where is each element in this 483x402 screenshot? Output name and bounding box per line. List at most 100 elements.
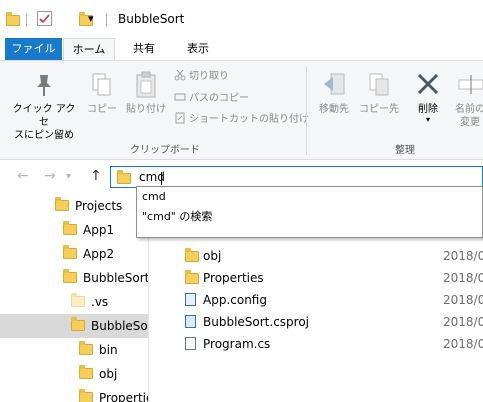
pin-to-quick-access-button[interactable]: クイック アクセ スにピン留め — [8, 71, 80, 142]
tree-item-label: App2 — [83, 247, 115, 261]
clipboard-icon — [136, 71, 156, 98]
tree-item-vs[interactable]: .vs — [71, 290, 108, 314]
file-date: 2018/04 — [443, 337, 483, 351]
clipboard-group-label: クリップボード — [130, 145, 200, 156]
delete-button[interactable]: 削除 ▾ — [410, 71, 446, 124]
copy-icon — [92, 73, 111, 96]
tree-item-app1[interactable]: App1 — [63, 218, 114, 242]
delete-dropdown-icon[interactable]: ▾ — [410, 116, 446, 124]
file-date: 2018/04 — [443, 249, 483, 263]
tree-item-projects[interactable]: Projects — [55, 194, 122, 218]
properties-checkmark-icon[interactable] — [37, 11, 52, 26]
pin-label-line1: クイック アクセ — [12, 104, 76, 128]
paste-shortcut-button[interactable]: ショートカットの貼り付け — [174, 112, 309, 128]
address-input[interactable] — [139, 169, 469, 185]
paste-shortcut-label: ショートカットの貼り付け — [189, 114, 309, 125]
folder-icon — [79, 341, 93, 355]
tree-item-label: obj — [99, 367, 118, 381]
folder-icon — [79, 389, 93, 402]
tree-item-label: Projects — [75, 199, 123, 213]
tree-item-app2[interactable]: App2 — [63, 242, 114, 266]
tree-item-label: .vs — [91, 295, 109, 309]
copy-path-label: パスのコピー — [189, 93, 249, 104]
folder-icon — [63, 269, 77, 283]
copy-to-button[interactable]: コピー先 — [358, 71, 400, 116]
chevron-down-icon[interactable]: ▾ — [88, 12, 94, 28]
tree-item-label: bin — [99, 343, 118, 357]
config-file-icon — [185, 293, 196, 306]
move-to-label: 移動先 — [319, 104, 349, 115]
copy-label: コピー — [87, 104, 117, 115]
title-bar: ▾ BubbleSort — [0, 0, 483, 38]
suggestion-item[interactable]: cmd — [142, 190, 166, 203]
forward-arrow-icon[interactable]: → — [44, 168, 56, 184]
file-name: Program.cs — [203, 337, 271, 351]
folder-icon — [55, 197, 69, 211]
file-name: BubbleSort.csproj — [203, 315, 310, 329]
file-row[interactable]: obj 2018/04 — [158, 245, 483, 267]
rename-button[interactable]: 名前の 変更 — [450, 71, 483, 129]
shortcut-icon — [175, 112, 185, 124]
folder-icon — [185, 248, 199, 262]
ribbon-tabs: ファイル ホーム 共有 表示 — [0, 38, 483, 60]
rename-label-line1: 名前の — [455, 104, 483, 115]
quick-access-separator — [26, 13, 27, 27]
move-to-icon — [324, 73, 345, 95]
file-name: Properties — [203, 271, 264, 285]
file-row[interactable]: Properties 2018/04 — [158, 267, 483, 289]
paste-button[interactable]: 貼り付け — [124, 71, 168, 116]
tab-home[interactable]: ホーム — [63, 38, 115, 60]
tree-item-label: App1 — [83, 223, 115, 237]
folder-icon — [71, 317, 85, 331]
group-separator — [306, 67, 307, 155]
tree-item-properties[interactable]: Properties — [79, 386, 148, 402]
tree-item-bubblesort-project[interactable]: BubbleSort — [0, 314, 148, 338]
tree-item-label: Properties — [99, 391, 148, 402]
tab-file[interactable]: ファイル — [5, 38, 62, 60]
text-caret — [161, 172, 162, 185]
cut-button[interactable]: 切り取り — [174, 69, 229, 85]
window-title: BubbleSort — [118, 12, 185, 26]
scissors-icon — [174, 69, 186, 81]
organize-group-label: 整理 — [395, 145, 415, 156]
copy-to-icon — [369, 73, 389, 96]
rename-icon — [458, 75, 483, 94]
title-separator — [106, 13, 107, 27]
folder-icon — [6, 12, 20, 26]
address-folder-icon — [117, 170, 131, 184]
file-row[interactable]: BubbleSort.csproj 2018/04 — [158, 311, 483, 333]
copy-button[interactable]: コピー — [84, 71, 120, 116]
pin-icon — [37, 75, 51, 96]
copy-path-icon — [174, 93, 186, 101]
recent-locations-chevron-icon[interactable]: ▾ — [66, 171, 71, 182]
pin-label-line2: スにピン留め — [14, 130, 74, 141]
explorer-window: ▾ BubbleSort ファイル ホーム 共有 表示 クイック アクセ スにピ… — [0, 0, 483, 402]
file-date: 2018/04 — [443, 315, 483, 329]
tab-share[interactable]: 共有 — [118, 38, 170, 60]
address-autocomplete: cmd "cmd" の検索 — [136, 186, 483, 238]
tree-item-bin[interactable]: bin — [79, 338, 118, 362]
folder-icon — [63, 221, 77, 235]
rename-label-line2: 変更 — [460, 117, 480, 128]
navigation-pane: Projects App1 App2 BubbleSort .vs Bubble… — [0, 191, 148, 402]
paste-label: 貼り付け — [126, 104, 166, 115]
tree-item-label: BubbleSort — [83, 271, 148, 285]
folder-icon — [79, 365, 93, 379]
code-file-icon — [185, 337, 196, 350]
back-arrow-icon[interactable]: ← — [17, 168, 29, 184]
up-arrow-icon[interactable]: ↑ — [90, 168, 102, 184]
move-to-button[interactable]: 移動先 — [314, 71, 354, 116]
copy-path-button[interactable]: パスのコピー — [174, 91, 249, 107]
hidden-folder-icon — [71, 293, 85, 307]
file-row[interactable]: App.config 2018/04 — [158, 289, 483, 311]
folder-icon — [185, 270, 199, 284]
file-name: obj — [203, 249, 222, 263]
cut-label: 切り取り — [189, 71, 229, 82]
address-bar[interactable] — [110, 166, 483, 188]
tab-view[interactable]: 表示 — [172, 38, 224, 60]
tree-item-obj[interactable]: obj — [79, 362, 117, 386]
tree-item-bubblesort[interactable]: BubbleSort — [63, 266, 148, 290]
file-row[interactable]: Program.cs 2018/04 — [158, 333, 483, 355]
csproj-file-icon — [185, 315, 196, 328]
suggestion-search-item[interactable]: "cmd" の検索 — [142, 208, 212, 224]
